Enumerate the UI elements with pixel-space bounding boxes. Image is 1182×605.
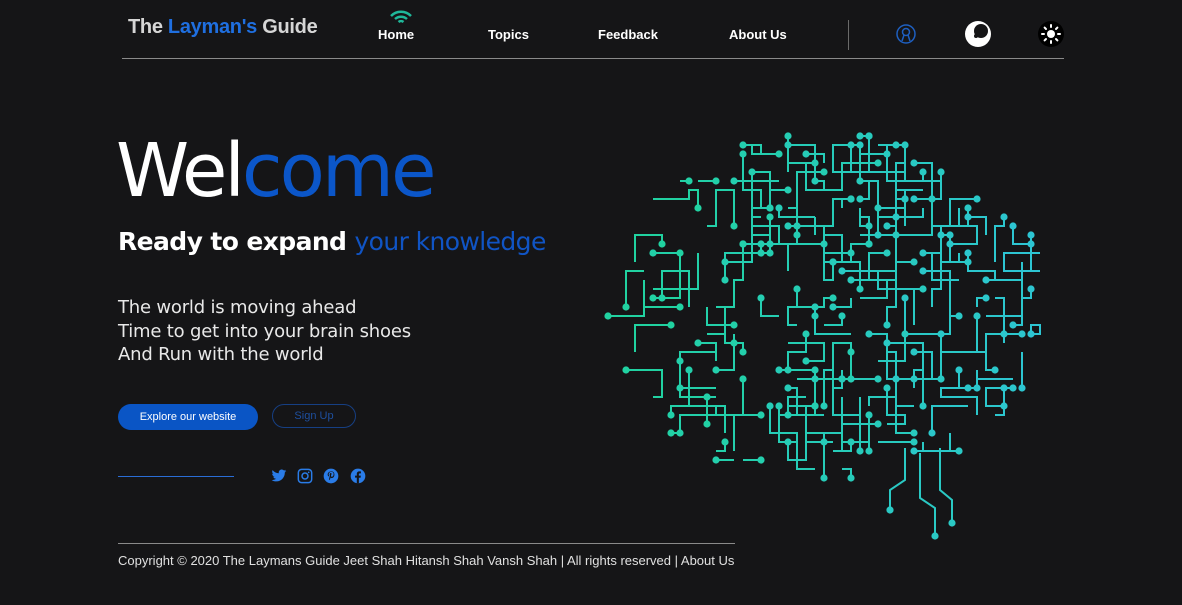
hero-title: Welcome	[116, 134, 436, 208]
logo-text-the: The	[128, 16, 168, 38]
logo-text-laymans: Layman's	[167, 16, 257, 38]
brain-circuit-illustration	[604, 132, 1041, 540]
hero-subtitle-part2: your knowledge	[354, 227, 546, 256]
twitter-icon[interactable]	[270, 467, 288, 485]
hero-subtitle: Ready to expand your knowledge	[118, 227, 546, 256]
dark-mode-icon[interactable]	[964, 20, 992, 48]
nav-feedback[interactable]: Feedback	[598, 27, 658, 42]
social-divider	[118, 476, 234, 477]
instagram-icon[interactable]	[296, 467, 314, 485]
tagline-line-2: Time to get into your brain shoes	[118, 321, 411, 342]
tagline-line-1: The world is moving ahead	[118, 297, 357, 318]
nav-topics[interactable]: Topics	[488, 27, 529, 42]
footer-copyright: Copyright © 2020 The Laymans Guide Jeet …	[118, 553, 735, 568]
nav-home[interactable]: Home	[378, 27, 414, 42]
tagline-line-3: And Run with the world	[118, 344, 324, 365]
hero-title-part1: Wel	[116, 128, 245, 214]
wifi-icon	[390, 10, 412, 24]
hero-subtitle-part1: Ready to expand	[118, 227, 355, 256]
site-header: The Layman's Guide Home Topics Feedback …	[122, 0, 1064, 59]
hero-title-part2: come	[241, 128, 437, 214]
site-logo[interactable]: The Layman's Guide	[128, 16, 318, 39]
user-icon[interactable]	[892, 20, 920, 48]
pinterest-icon[interactable]	[322, 467, 340, 485]
light-mode-icon[interactable]	[1037, 20, 1065, 48]
nav-about-us[interactable]: About Us	[729, 27, 787, 42]
sign-up-button[interactable]: Sign Up	[272, 404, 356, 428]
explore-website-button[interactable]: Explore our website	[118, 404, 258, 430]
logo-text-guide: Guide	[257, 16, 318, 38]
brain-circuit-traces	[604, 132, 1041, 540]
nav-divider	[848, 20, 849, 50]
facebook-icon[interactable]	[349, 467, 367, 485]
